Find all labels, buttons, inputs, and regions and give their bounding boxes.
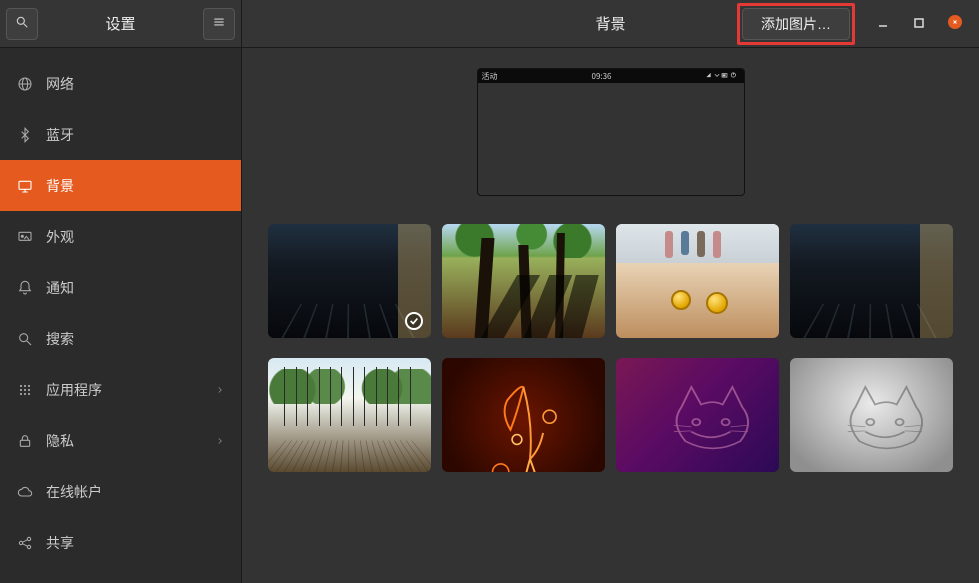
content-header: 背景 添加图片… <box>242 0 979 48</box>
appearance-icon <box>16 228 34 246</box>
sidebar-item-bell[interactable]: 通知 <box>0 262 241 313</box>
sidebar-item-globe[interactable]: 网络 <box>0 58 241 109</box>
annotation-highlight: 添加图片… <box>737 3 855 45</box>
wallpaper-thumbnail[interactable] <box>442 224 605 338</box>
wallpaper-thumbnail[interactable] <box>616 224 779 338</box>
wallpaper-thumbnail[interactable] <box>616 358 779 472</box>
share-icon <box>16 534 34 552</box>
sidebar: 设置 网络蓝牙背景外观通知搜索应用程序隐私在线帐户共享 <box>0 0 242 583</box>
sidebar-item-label: 在线帐户 <box>46 482 225 502</box>
globe-icon <box>16 75 34 93</box>
sidebar-item-label: 隐私 <box>46 431 215 451</box>
preview-topbar: 活动 09:36 <box>478 69 744 83</box>
sidebar-item-label: 通知 <box>46 278 225 298</box>
maximize-icon <box>913 14 925 34</box>
wallpaper-preview-wrap: 活动 09:36 <box>266 68 955 196</box>
sidebar-item-label: 蓝牙 <box>46 125 225 145</box>
sidebar-item-apps[interactable]: 应用程序 <box>0 364 241 415</box>
chevron-right-icon <box>215 380 225 400</box>
close-button[interactable] <box>937 6 973 42</box>
sidebar-item-label: 外观 <box>46 227 225 247</box>
apps-icon <box>16 381 34 399</box>
sidebar-item-label: 应用程序 <box>46 380 215 400</box>
sidebar-item-bluetooth[interactable]: 蓝牙 <box>0 109 241 160</box>
sidebar-item-cloud[interactable]: 在线帐户 <box>0 466 241 517</box>
header-actions: 添加图片… <box>737 3 973 45</box>
sidebar-item-label: 网络 <box>46 74 225 94</box>
bell-icon <box>16 279 34 297</box>
selected-badge <box>405 312 423 330</box>
cloud-icon <box>16 483 34 501</box>
wallpaper-thumbnail[interactable] <box>268 224 431 338</box>
wallpaper-thumbnail[interactable] <box>790 224 953 338</box>
wallpaper-thumbnail[interactable] <box>790 358 953 472</box>
minimize-icon <box>877 14 889 34</box>
chevron-right-icon <box>215 431 225 451</box>
wallpaper-preview[interactable]: 活动 09:36 <box>477 68 745 196</box>
settings-app: 设置 网络蓝牙背景外观通知搜索应用程序隐私在线帐户共享 背景 添加图片… <box>0 0 979 583</box>
add-picture-button[interactable]: 添加图片… <box>742 8 850 40</box>
menu-icon <box>212 14 226 34</box>
sidebar-item-label: 共享 <box>46 533 225 553</box>
lock-icon <box>16 432 34 450</box>
sidebar-list: 网络蓝牙背景外观通知搜索应用程序隐私在线帐户共享 <box>0 48 241 583</box>
sidebar-item-share[interactable]: 共享 <box>0 517 241 568</box>
search-icon <box>16 330 34 348</box>
preview-topbar-status <box>705 71 739 82</box>
sidebar-item-appearance[interactable]: 外观 <box>0 211 241 262</box>
sidebar-item-display[interactable]: 背景 <box>0 160 241 211</box>
wallpaper-thumbnail[interactable] <box>268 358 431 472</box>
content-body: 活动 09:36 <box>242 48 979 583</box>
sidebar-item-lock[interactable]: 隐私 <box>0 415 241 466</box>
sidebar-search-button[interactable] <box>6 8 38 40</box>
sidebar-item-label: 背景 <box>46 176 225 196</box>
sidebar-title: 设置 <box>38 13 203 34</box>
preview-topbar-left: 活动 <box>482 71 498 82</box>
wallpaper-grid <box>266 224 955 472</box>
maximize-button[interactable] <box>901 6 937 42</box>
search-icon <box>15 14 29 34</box>
sidebar-item-label: 搜索 <box>46 329 225 349</box>
bluetooth-icon <box>16 126 34 144</box>
content-panel: 背景 添加图片… <box>242 0 979 583</box>
wallpaper-thumbnail[interactable] <box>442 358 605 472</box>
close-icon <box>948 14 962 34</box>
preview-topbar-time: 09:36 <box>592 71 612 82</box>
sidebar-header: 设置 <box>0 0 241 48</box>
sidebar-item-search[interactable]: 搜索 <box>0 313 241 364</box>
display-icon <box>16 177 34 195</box>
sidebar-menu-button[interactable] <box>203 8 235 40</box>
minimize-button[interactable] <box>865 6 901 42</box>
